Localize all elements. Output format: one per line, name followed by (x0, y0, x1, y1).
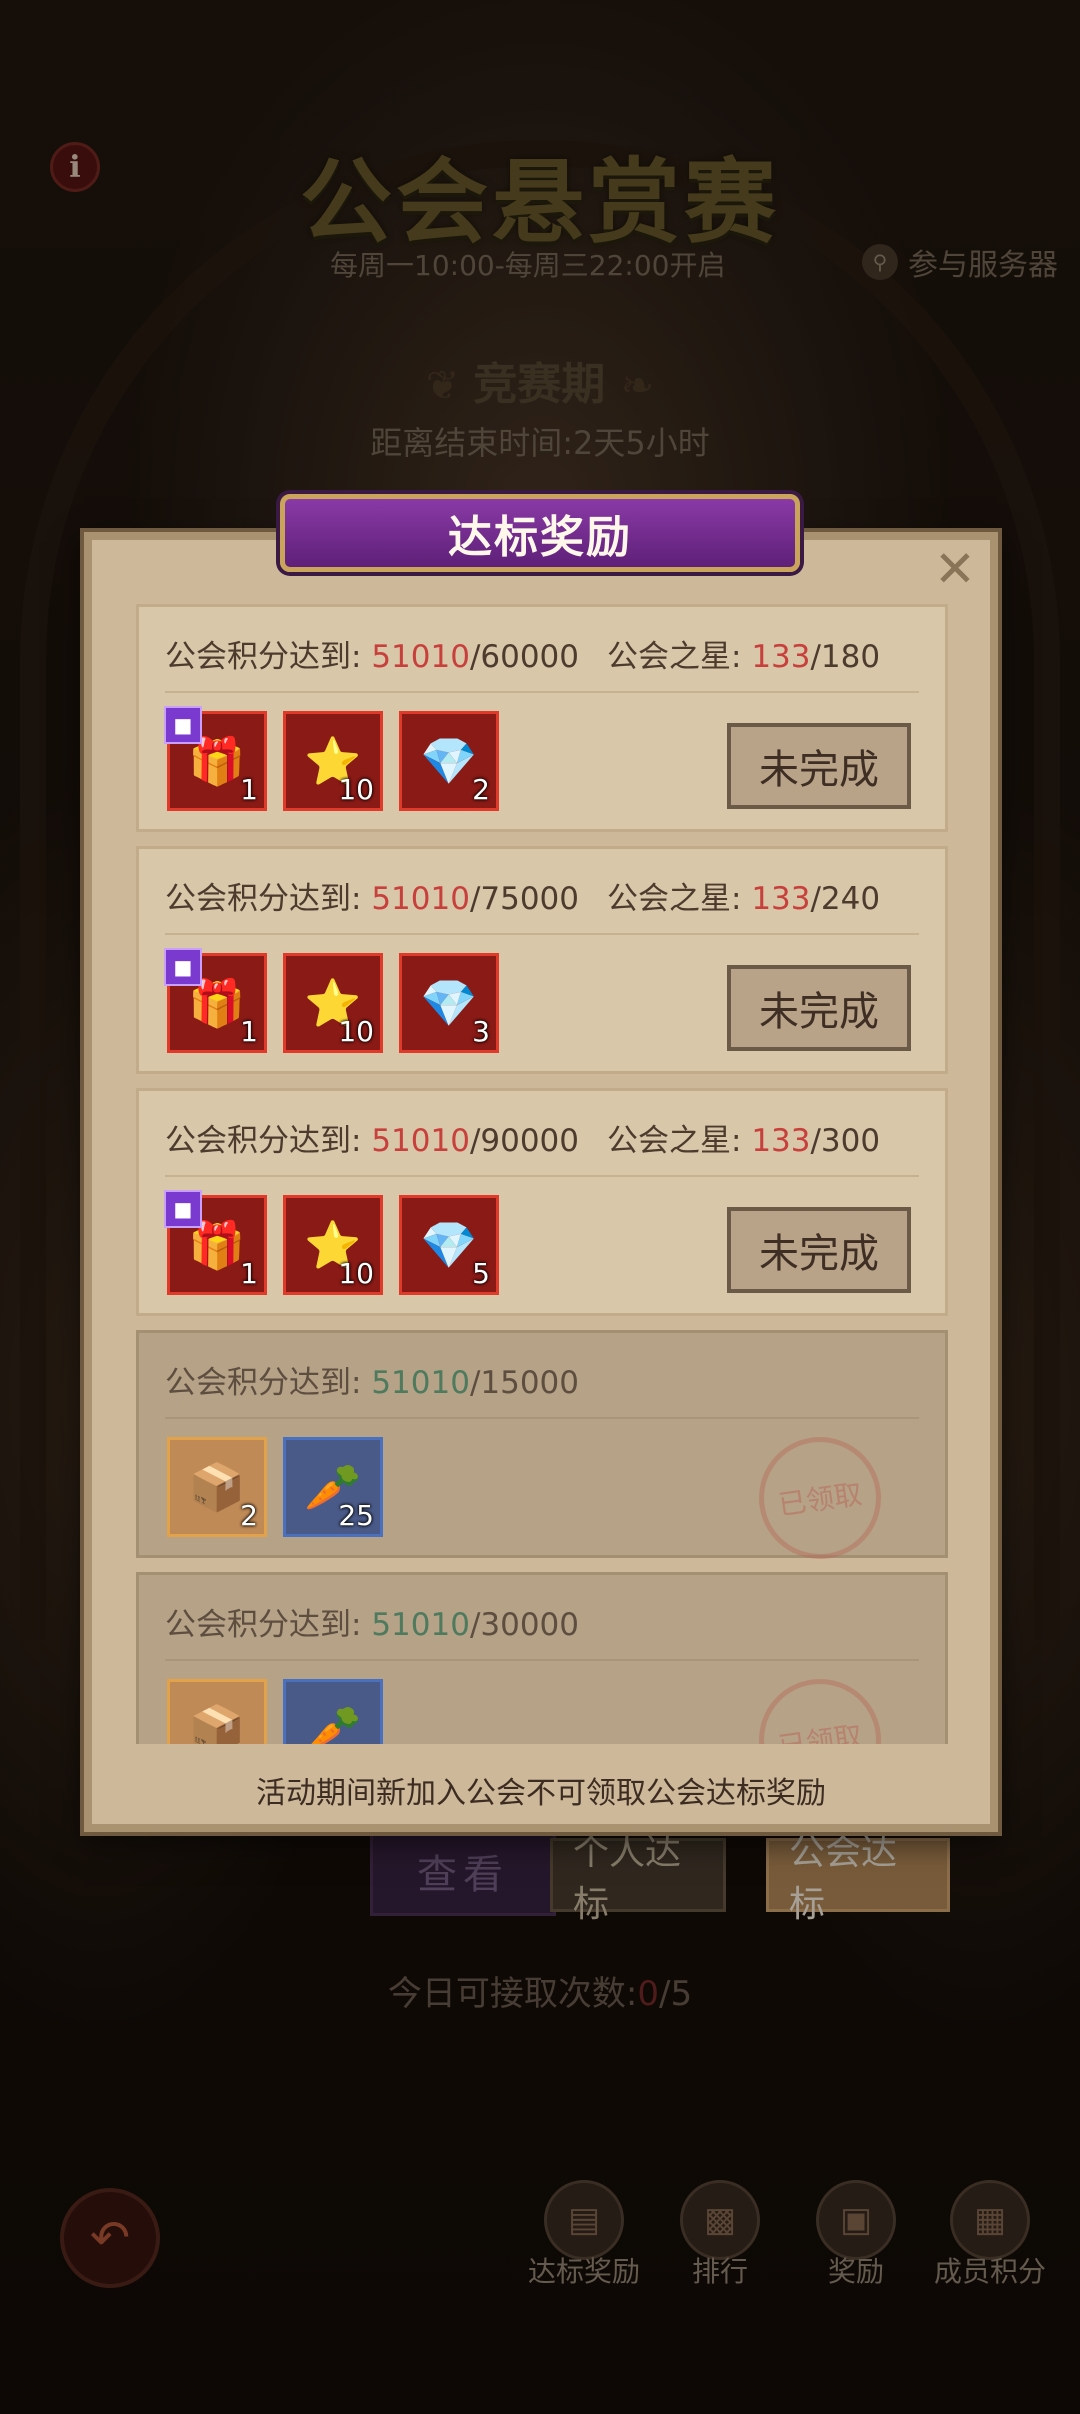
reward-items: ■ 🎁 1 ⭐ 10 💎 5 (164, 1190, 515, 1295)
golden-carrot-icon: 🥕 (304, 1701, 362, 1745)
reward-item[interactable]: ■ 🎁 1 (164, 948, 267, 1053)
reward-items: 📦 🥕 (167, 1679, 399, 1744)
stars-label: 公会之星: (607, 1123, 742, 1159)
incomplete-button[interactable]: 未完成 (727, 1207, 911, 1293)
tier-requirement: 公会积分达到: 51010/90000 公会之星: 133/300 (165, 1115, 880, 1160)
modal-footnote: 活动期间新加入公会不可领取公会达标奖励 (256, 1776, 826, 1811)
tier-requirement: 公会积分达到: 51010/15000 (165, 1357, 579, 1402)
reward-item[interactable]: ⭐ 10 (283, 953, 383, 1053)
points-current: 51010 (371, 639, 470, 675)
points-label: 公会积分达到: (165, 1365, 362, 1401)
reward-qty: 10 (338, 1015, 374, 1048)
incomplete-button[interactable]: 未完成 (727, 723, 911, 809)
tier-requirement: 公会积分达到: 51010/75000 公会之星: 133/240 (165, 873, 880, 918)
stars-target: /240 (810, 881, 881, 917)
stars-target: /300 (810, 1123, 881, 1159)
points-target: /30000 (469, 1607, 579, 1643)
reward-qty: 10 (338, 773, 374, 806)
reward-item[interactable]: 💎 2 (399, 711, 499, 811)
reward-qty: 1 (240, 1015, 258, 1048)
reward-qty: 1 (240, 773, 258, 806)
divider (165, 1175, 919, 1177)
reward-item[interactable]: ■ 🎁 1 (164, 1190, 267, 1295)
points-target: /15000 (469, 1365, 579, 1401)
reward-items: 📦 2 🥕 25 (167, 1437, 399, 1537)
stars-label: 公会之星: (607, 639, 742, 675)
stars-label: 公会之星: (607, 881, 742, 917)
crystal-icon: 💎 (420, 1217, 478, 1272)
stars-current: 133 (751, 881, 811, 917)
reward-items: ■ 🎁 1 ⭐ 10 💎 3 (164, 948, 515, 1053)
reward-qty: 2 (472, 773, 490, 806)
reward-item[interactable]: 🥕 (283, 1679, 383, 1744)
reward-qty: 1 (240, 1257, 258, 1290)
gift-badge-icon: ■ (164, 706, 202, 744)
tier-list[interactable]: 公会积分达到: 51010/60000 公会之星: 133/180 ■ 🎁 1 ⭐ 10 💎 2… (136, 604, 948, 1744)
reward-qty: 2 (240, 1499, 258, 1532)
stars-current: 133 (751, 639, 811, 675)
tier-card: 公会积分达到: 51010/90000 公会之星: 133/300 ■ 🎁 1 ⭐ 10 💎 5… (136, 1088, 948, 1316)
tier-card: 公会积分达到: 51010/60000 公会之星: 133/180 ■ 🎁 1 ⭐ 10 💎 2… (136, 604, 948, 832)
points-target: /75000 (469, 881, 579, 917)
reward-item[interactable]: 💎 3 (399, 953, 499, 1053)
divider (165, 1417, 919, 1419)
reward-qty: 5 (472, 1257, 490, 1290)
tier-requirement: 公会积分达到: 51010/60000 公会之星: 133/180 (165, 631, 880, 676)
silver-chest-icon: 📦 (188, 1459, 246, 1514)
points-current: 51010 (371, 1123, 470, 1159)
divider (165, 933, 919, 935)
points-label: 公会积分达到: (165, 1123, 362, 1159)
reward-qty: 10 (338, 1257, 374, 1290)
reward-qty: 3 (472, 1015, 490, 1048)
reward-item[interactable]: 🥕 25 (283, 1437, 383, 1537)
points-target: /90000 (469, 1123, 579, 1159)
points-label: 公会积分达到: (165, 881, 362, 917)
points-current: 51010 (371, 1365, 470, 1401)
gift-badge-icon: ■ (164, 948, 202, 986)
divider (165, 1659, 919, 1661)
stars-current: 133 (751, 1123, 811, 1159)
tier-card: 公会积分达到: 51010/30000 📦 🥕 已领取 (136, 1572, 948, 1744)
reward-item[interactable]: ■ 🎁 1 (164, 706, 267, 811)
close-icon[interactable]: ✕ (930, 544, 980, 594)
modal-title: 达标奖励 (280, 494, 800, 572)
divider (165, 691, 919, 693)
stars-target: /180 (810, 639, 881, 675)
points-label: 公会积分达到: (165, 639, 362, 675)
incomplete-button[interactable]: 未完成 (727, 965, 911, 1051)
reward-item[interactable]: ⭐ 10 (283, 711, 383, 811)
crystal-icon: 💎 (420, 975, 478, 1030)
gift-badge-icon: ■ (164, 1190, 202, 1228)
points-label: 公会积分达到: (165, 1607, 362, 1643)
tier-requirement: 公会积分达到: 51010/30000 (165, 1599, 579, 1644)
points-current: 51010 (371, 881, 470, 917)
reward-qty: 25 (338, 1499, 374, 1532)
tier-card: 公会积分达到: 51010/15000 📦 2 🥕 25 已领取 (136, 1330, 948, 1567)
silver-chest-icon: 📦 (188, 1701, 246, 1745)
tier-card: 公会积分达到: 51010/75000 公会之星: 133/240 ■ 🎁 1 ⭐ 10 💎 3… (136, 846, 948, 1074)
reward-items: ■ 🎁 1 ⭐ 10 💎 2 (164, 706, 515, 811)
points-target: /60000 (469, 639, 579, 675)
reward-item[interactable]: 📦 (167, 1679, 267, 1744)
claimed-stamp: 已领取 (751, 1671, 889, 1744)
reward-item[interactable]: 💎 5 (399, 1195, 499, 1295)
crystal-icon: 💎 (420, 733, 478, 788)
reward-item[interactable]: ⭐ 10 (283, 1195, 383, 1295)
claimed-stamp: 已领取 (751, 1429, 889, 1567)
points-current: 51010 (371, 1607, 470, 1643)
reward-item[interactable]: 📦 2 (167, 1437, 267, 1537)
